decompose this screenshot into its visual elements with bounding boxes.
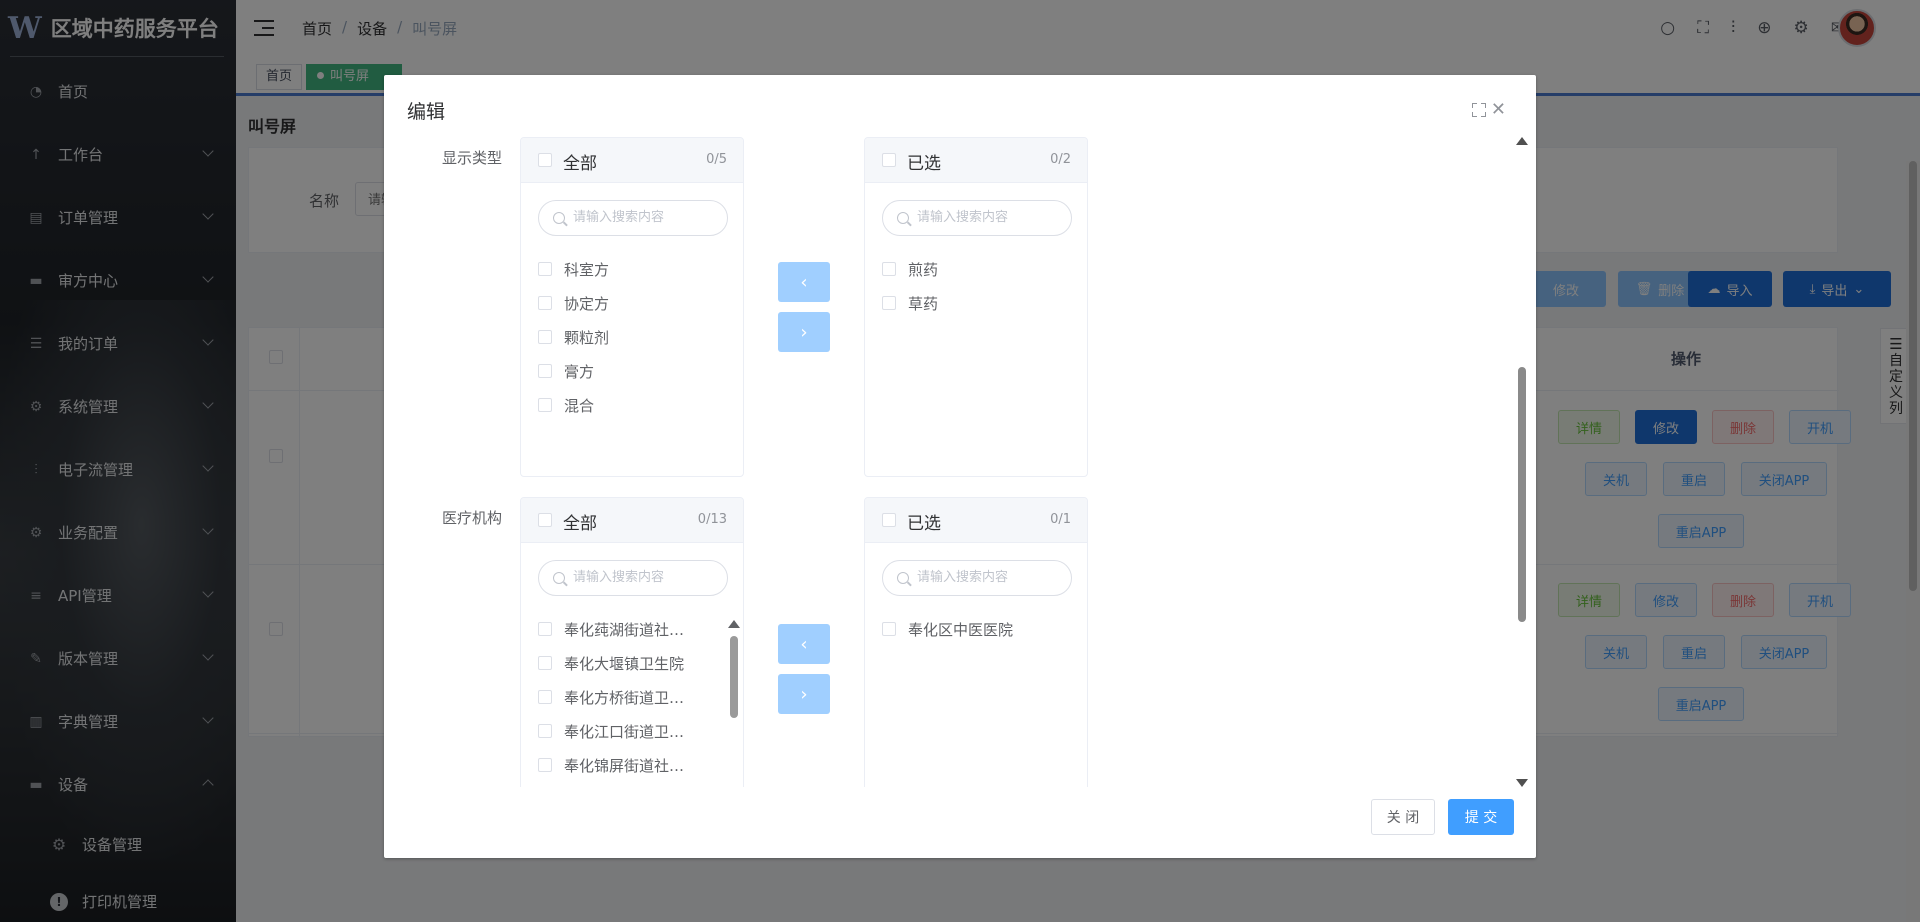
- transfer-item[interactable]: 奉化区中医医院: [882, 619, 1013, 639]
- item-label: 膏方: [564, 362, 595, 381]
- transfer-item[interactable]: 协定方: [538, 293, 609, 313]
- search-placeholder: 请输入搜索内容: [573, 570, 665, 585]
- transfer-item[interactable]: 奉化莼湖街道社…: [538, 619, 684, 639]
- item-checkbox[interactable]: [882, 262, 896, 276]
- transfer-item[interactable]: 混合: [538, 395, 594, 415]
- item-label: 奉化江口街道卫…: [564, 722, 685, 741]
- transfer-item[interactable]: 奉化大堰镇卫生院: [538, 653, 684, 673]
- select-all-checkbox[interactable]: [882, 513, 896, 527]
- item-label: 奉化方桥街道卫…: [564, 688, 685, 707]
- transfer-panel-header: 全部 0/13: [521, 498, 743, 543]
- item-label: 煎药: [908, 260, 939, 279]
- transfer-search-input[interactable]: 请输入搜索内容: [538, 560, 728, 596]
- dialog-scrollbar[interactable]: [1516, 137, 1528, 787]
- transfer-search-input[interactable]: 请输入搜索内容: [538, 200, 728, 236]
- display-type-target-panel: 已选 0/2 请输入搜索内容 煎药 草药: [864, 137, 1088, 477]
- item-label: 草药: [908, 294, 939, 313]
- panel-title: 已选: [907, 514, 941, 534]
- panel-title: 全部: [563, 514, 597, 534]
- select-all-checkbox[interactable]: [538, 513, 552, 527]
- select-all-checkbox[interactable]: [538, 153, 552, 167]
- item-checkbox[interactable]: [538, 690, 552, 704]
- item-label: 奉化锦屏街道社…: [564, 756, 685, 775]
- item-checkbox[interactable]: [538, 296, 552, 310]
- transfer-panel-header: 已选 0/2: [865, 138, 1087, 183]
- panel-scrollbar[interactable]: [728, 620, 740, 720]
- transfer-item[interactable]: 奉化方桥街道卫…: [538, 687, 684, 707]
- panel-title: 全部: [563, 154, 597, 174]
- item-checkbox[interactable]: [538, 622, 552, 636]
- search-icon: [553, 212, 565, 224]
- panel-title: 已选: [907, 154, 941, 174]
- item-checkbox[interactable]: [882, 622, 896, 636]
- item-checkbox[interactable]: [538, 398, 552, 412]
- search-icon: [897, 572, 909, 584]
- transfer-panel-header: 全部 0/5: [521, 138, 743, 183]
- item-label: 奉化区中医医院: [908, 620, 1014, 639]
- item-label: 颗粒剂: [564, 328, 610, 347]
- transfer-search-input[interactable]: 请输入搜索内容: [882, 200, 1072, 236]
- transfer-panel-header: 已选 0/1: [865, 498, 1087, 543]
- panel-count: 0/13: [697, 512, 727, 527]
- institution-label: 医疗机构: [442, 509, 503, 527]
- panel-count: 0/2: [1050, 152, 1071, 167]
- close-button[interactable]: 关 闭: [1371, 799, 1435, 835]
- institution-source-panel: 全部 0/13 请输入搜索内容 奉化莼湖街道社… 奉化大堰镇卫生院 奉化方桥街道…: [520, 497, 744, 787]
- transfer-right-button[interactable]: ›: [778, 674, 830, 714]
- item-checkbox[interactable]: [538, 330, 552, 344]
- transfer-item[interactable]: 膏方: [538, 361, 594, 381]
- transfer-right-button[interactable]: ›: [778, 312, 830, 352]
- dialog-title: 编辑: [407, 101, 446, 123]
- select-all-checkbox[interactable]: [882, 153, 896, 167]
- item-label: 奉化大堰镇卫生院: [564, 654, 685, 673]
- search-icon: [897, 212, 909, 224]
- search-icon: [553, 572, 565, 584]
- transfer-item[interactable]: 科室方: [538, 259, 609, 279]
- item-label: 奉化莼湖街道社…: [564, 620, 685, 639]
- item-label: 科室方: [564, 260, 610, 279]
- panel-count: 0/5: [706, 152, 727, 167]
- search-placeholder: 请输入搜索内容: [917, 570, 1009, 585]
- item-checkbox[interactable]: [538, 364, 552, 378]
- transfer-item[interactable]: 颗粒剂: [538, 327, 609, 347]
- item-checkbox[interactable]: [538, 724, 552, 738]
- display-type-source-panel: 全部 0/5 请输入搜索内容 科室方 协定方 颗粒剂 膏方 混合: [520, 137, 744, 477]
- item-label: 协定方: [564, 294, 610, 313]
- transfer-left-button[interactable]: ‹: [778, 624, 830, 664]
- search-placeholder: 请输入搜索内容: [573, 210, 665, 225]
- maximize-icon[interactable]: [1472, 103, 1486, 117]
- display-type-label: 显示类型: [442, 149, 503, 167]
- item-checkbox[interactable]: [538, 262, 552, 276]
- item-checkbox[interactable]: [538, 656, 552, 670]
- transfer-item[interactable]: 奉化江口街道卫…: [538, 721, 684, 741]
- search-placeholder: 请输入搜索内容: [917, 210, 1009, 225]
- edit-dialog: 编辑 ✕ 显示类型 全部 0/5 请输入搜索内容 科室方 协定方 颗粒剂 膏方 …: [384, 75, 1536, 858]
- item-checkbox[interactable]: [538, 758, 552, 772]
- panel-count: 0/1: [1050, 512, 1071, 527]
- transfer-item[interactable]: 奉化锦屏街道社…: [538, 755, 684, 775]
- institution-target-panel: 已选 0/1 请输入搜索内容 奉化区中医医院: [864, 497, 1088, 787]
- close-icon[interactable]: ✕: [1491, 99, 1506, 120]
- item-label: 混合: [564, 396, 595, 415]
- transfer-left-button[interactable]: ‹: [778, 262, 830, 302]
- submit-button[interactable]: 提 交: [1448, 799, 1514, 835]
- transfer-search-input[interactable]: 请输入搜索内容: [882, 560, 1072, 596]
- transfer-item[interactable]: 煎药: [882, 259, 938, 279]
- dialog-body: 显示类型 全部 0/5 请输入搜索内容 科室方 协定方 颗粒剂 膏方 混合 ‹ …: [384, 137, 1536, 787]
- item-checkbox[interactable]: [882, 296, 896, 310]
- transfer-item[interactable]: 草药: [882, 293, 938, 313]
